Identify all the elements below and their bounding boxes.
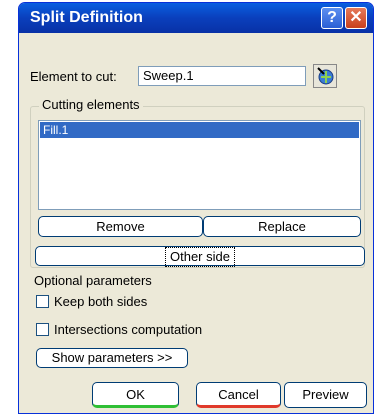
window-title: Split Definition: [30, 9, 143, 26]
optional-parameters-label: Optional parameters: [34, 273, 152, 288]
help-icon[interactable]: ?: [321, 7, 343, 29]
cancel-button[interactable]: Cancel: [196, 382, 281, 408]
keep-both-sides-checkbox[interactable]: [36, 295, 49, 308]
cutting-elements-label: Cutting elements: [39, 97, 143, 112]
replace-button[interactable]: Replace: [203, 216, 361, 237]
intersections-checkbox[interactable]: [36, 323, 49, 336]
element-to-cut-label: Element to cut:: [30, 69, 117, 84]
preview-button[interactable]: Preview: [284, 382, 367, 408]
title-bar[interactable]: Split Definition ? ✕: [19, 3, 373, 33]
selection-icon[interactable]: [313, 64, 337, 88]
other-side-button[interactable]: Other side: [35, 246, 365, 267]
other-side-label: Other side: [165, 247, 235, 267]
split-definition-dialog: Split Definition ? ✕ Element to cut: Swe…: [18, 2, 374, 414]
show-parameters-button[interactable]: Show parameters >>: [36, 348, 188, 368]
list-item[interactable]: Fill.1: [40, 122, 359, 138]
intersections-label: Intersections computation: [54, 322, 203, 337]
keep-both-sides-label: Keep both sides: [54, 294, 148, 309]
cutting-elements-list[interactable]: Fill.1: [38, 120, 361, 210]
remove-button[interactable]: Remove: [38, 216, 203, 237]
element-to-cut-field[interactable]: Sweep.1: [138, 66, 306, 86]
close-icon[interactable]: ✕: [345, 7, 367, 29]
ok-button[interactable]: OK: [92, 382, 179, 408]
